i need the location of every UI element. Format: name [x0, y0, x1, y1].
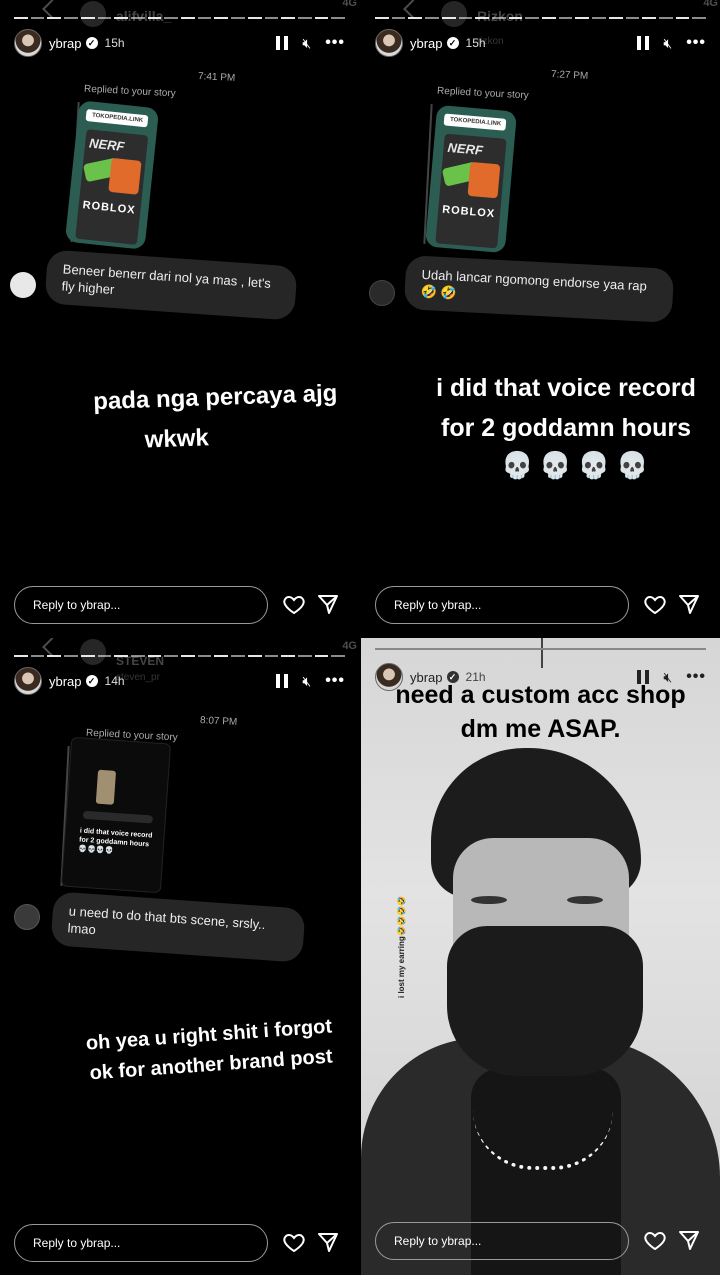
nested-story-screenshot[interactable]: i did that voice record for 2 goddamn ho…	[60, 736, 172, 894]
side-caption: i lost my earring🤣🤣🤣🤣	[397, 896, 406, 998]
caption-line-1: i did that voice record	[436, 374, 696, 402]
story-progress	[14, 655, 346, 657]
toy-blaster-orange	[108, 157, 142, 195]
message-time: 7:27 PM	[550, 69, 589, 82]
verified-icon: ✓	[85, 37, 98, 49]
thumbnail-url-label: TOKOPEDIA.LINK	[85, 109, 149, 128]
story-thumbnail[interactable]: TOKOPEDIA.LINK NERF ROBLOX	[64, 100, 160, 250]
reply-input[interactable]: Reply to ybrap...	[14, 586, 268, 624]
send-icon[interactable]	[316, 592, 340, 616]
caption-line-2: wkwk	[144, 424, 210, 454]
signal-indicator: 4G	[342, 0, 357, 9]
signal-indicator: 4G	[703, 0, 718, 9]
thumbnail-brand: NERF	[447, 139, 484, 158]
sender-avatar	[369, 280, 395, 306]
caption-line-2: for 2 goddamn hours	[441, 414, 691, 442]
pause-icon[interactable]	[637, 36, 650, 50]
more-icon[interactable]: •••	[325, 672, 345, 690]
story-panel-4: ybrap ✓ 21h 🔇︎ ••• need a custom acc sho…	[361, 638, 720, 1275]
story-username[interactable]: ybrap	[49, 36, 82, 51]
sender-avatar	[14, 904, 40, 930]
more-icon[interactable]: •••	[686, 34, 706, 52]
avatar[interactable]	[14, 29, 42, 57]
caption-line-1: need a custom acc shop	[395, 681, 686, 709]
story-progress	[375, 17, 707, 19]
story-progress	[14, 17, 346, 19]
reply-bubble: u need to do that bts scene, srsly.. lma…	[50, 891, 306, 963]
story-panel-1: alifvilla_ 4G ybrap ✓ 15h 🔇︎ ••• 7:41 PM…	[0, 0, 359, 636]
photo-mask	[447, 926, 643, 1076]
story-header: ybrap ✓ 14h 🔇︎ •••	[14, 666, 345, 696]
skull-emojis: 💀💀💀💀	[501, 450, 655, 480]
message-time: 8:07 PM	[199, 715, 238, 728]
reply-input[interactable]: Reply to ybrap...	[375, 586, 629, 624]
avatar[interactable]	[14, 667, 42, 695]
mute-icon[interactable]: 🔇︎	[663, 35, 672, 52]
nested-thumbnail	[95, 769, 117, 805]
story-caption: i did that voice record for 2 goddamn ho…	[401, 368, 720, 448]
story-panel-3: STEVEN steven_pr 4G ybrap ✓ 14h 🔇︎ ••• 8…	[0, 638, 359, 1275]
pause-icon[interactable]	[276, 674, 289, 688]
story-progress	[375, 648, 706, 650]
heart-icon[interactable]	[282, 592, 306, 616]
pause-icon[interactable]	[276, 36, 289, 50]
reply-bubble: Beneer benerr dari nol ya mas , let's fl…	[44, 249, 298, 321]
more-icon[interactable]: •••	[325, 34, 345, 52]
story-caption: pada nga percaya ajg wkwk	[65, 373, 359, 463]
message-time: 7:41 PM	[197, 71, 236, 84]
story-username[interactable]: ybrap	[410, 36, 443, 51]
story-thumbnail[interactable]: TOKOPEDIA.LINK NERF ROBLOX	[424, 104, 518, 254]
send-icon[interactable]	[677, 592, 701, 616]
chat-username: alifvilla_	[116, 8, 172, 24]
send-icon[interactable]	[316, 1230, 340, 1254]
story-header: ybrap ✓ 15h 🔇︎ •••	[14, 28, 345, 58]
story-caption: need a custom acc shop dm me ASAP.	[361, 678, 720, 746]
story-time: 14h	[104, 674, 125, 688]
verified-icon: ✓	[446, 37, 459, 49]
mute-icon[interactable]: 🔇︎	[302, 673, 311, 690]
heart-icon[interactable]	[643, 592, 667, 616]
replied-label: Replied to your story	[436, 85, 529, 102]
avatar[interactable]	[375, 29, 403, 57]
send-icon[interactable]	[677, 1228, 701, 1252]
story-time: 15h	[465, 36, 486, 50]
mute-icon[interactable]: 🔇︎	[302, 35, 311, 52]
nested-bubble	[82, 810, 154, 824]
reply-bubble: Udah lancar ngomong endorse yaa rap🤣 🤣	[403, 255, 675, 323]
story-username[interactable]: ybrap	[49, 674, 82, 689]
chat-username: Rizkon	[477, 8, 523, 24]
toy-blaster-orange	[467, 161, 501, 199]
caption-line-1: pada nga percaya ajg	[92, 379, 338, 416]
reply-input[interactable]: Reply to ybrap...	[14, 1224, 268, 1262]
chat-avatar	[441, 1, 467, 27]
chat-avatar	[80, 639, 106, 665]
photo-eyes	[471, 896, 611, 906]
signal-indicator: 4G	[342, 640, 357, 652]
replied-label: Replied to your story	[83, 83, 176, 100]
verified-icon: ✓	[85, 675, 98, 687]
reply-input[interactable]: Reply to ybrap...	[375, 1222, 629, 1260]
thumbnail-url-label: TOKOPEDIA.LINK	[443, 113, 507, 131]
nested-caption: i did that voice record for 2 goddamn ho…	[78, 827, 153, 855]
heart-icon[interactable]	[282, 1230, 306, 1254]
story-panel-2: Rizkon rizkon 4G ybrap ✓ 15h 🔇︎ ••• 7:27…	[361, 0, 720, 636]
story-time: 15h	[104, 36, 125, 50]
chat-avatar	[80, 1, 106, 27]
story-caption: oh yea u right shit i forgot ok for anot…	[58, 1010, 359, 1091]
sender-avatar	[10, 272, 36, 298]
heart-icon[interactable]	[643, 1228, 667, 1252]
caption-line-2: dm me ASAP.	[460, 715, 621, 743]
story-header: ybrap ✓ 15h 🔇︎ •••	[375, 28, 706, 58]
